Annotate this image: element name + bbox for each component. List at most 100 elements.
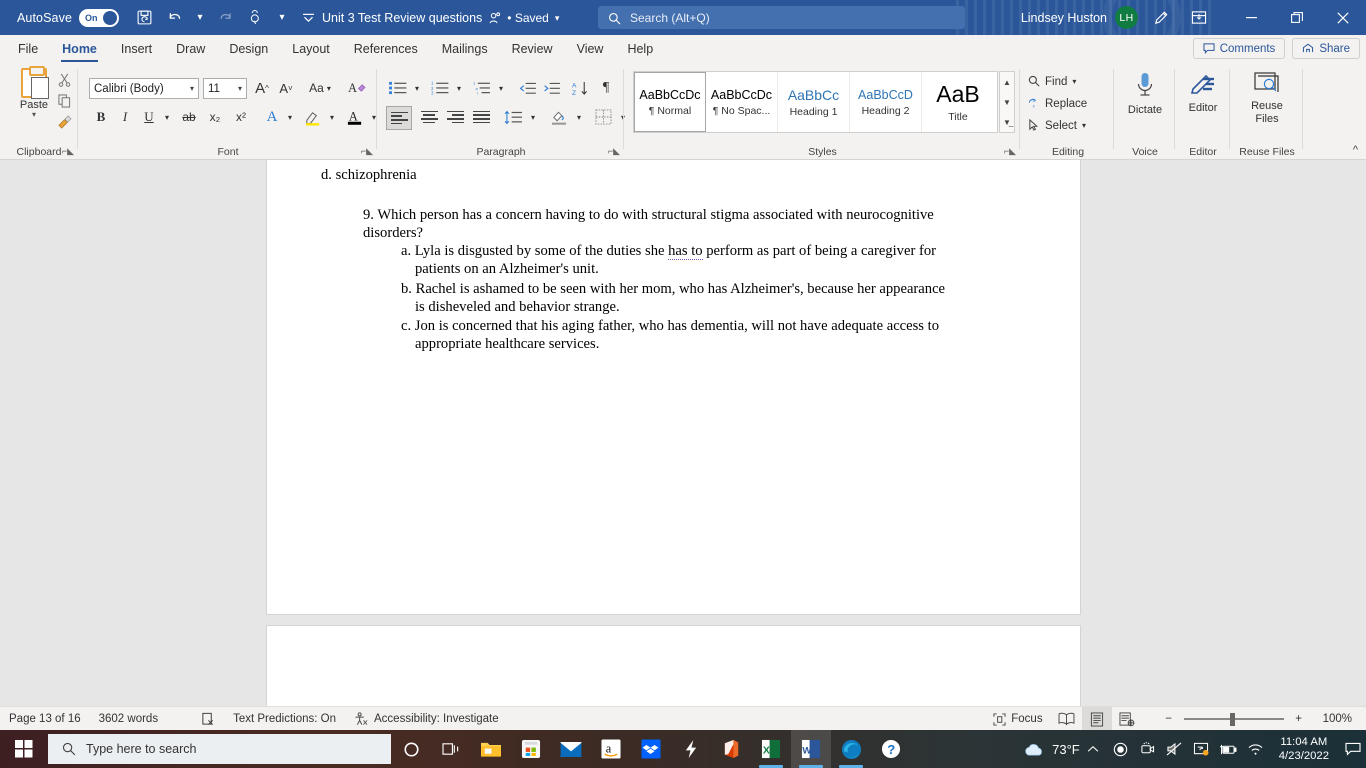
copy-icon[interactable] (52, 90, 76, 111)
autosave-toggle[interactable]: On (79, 8, 120, 27)
font-size-chevron-down-icon[interactable]: ▾ (238, 84, 242, 93)
tab-mailings[interactable]: Mailings (430, 35, 500, 63)
styles-more-icon[interactable]: ▼̲ (1000, 112, 1014, 132)
edge-icon[interactable] (831, 730, 871, 768)
word-count[interactable]: 3602 words (90, 707, 167, 731)
task-view-icon[interactable] (431, 730, 471, 768)
lightning-icon[interactable] (671, 730, 711, 768)
window-controls[interactable] (1228, 0, 1366, 35)
tab-insert[interactable]: Insert (109, 35, 164, 63)
clipboard-dialog-launcher[interactable]: ⌐◣ (62, 146, 74, 157)
styles-gallery[interactable]: AaBbCcDc ¶ Normal AaBbCcDc ¶ No Spac... … (633, 71, 998, 133)
start-button[interactable] (0, 730, 48, 768)
action-center-icon[interactable] (1339, 730, 1366, 768)
replace-button[interactable]: b c Replace (1028, 93, 1087, 114)
numbered-list-icon[interactable]: 1 2 3 (428, 77, 452, 99)
document-canvas[interactable]: d. schizophrenia 9. Which person has a c… (0, 160, 1366, 706)
avatar[interactable]: LH (1115, 6, 1138, 29)
tab-references[interactable]: References (342, 35, 430, 63)
taskbar-search-input[interactable]: Type here to search (48, 734, 391, 764)
shading-dropdown-icon[interactable]: ▾ (572, 106, 586, 128)
numbered-list-dropdown-icon[interactable]: ▾ (452, 77, 466, 99)
style-heading-1[interactable]: AaBbCc Heading 1 (778, 72, 850, 132)
text-predictions[interactable]: Text Predictions: On (224, 707, 345, 731)
show-formatting-marks-icon[interactable]: ¶ (594, 77, 618, 99)
clock[interactable]: 11:04 AM 4/23/2022 (1269, 730, 1339, 768)
tab-layout[interactable]: Layout (280, 35, 342, 63)
tab-home[interactable]: Home (50, 35, 109, 63)
pen-annotate-icon[interactable] (1146, 4, 1176, 32)
bold-icon[interactable]: B (91, 106, 111, 128)
grow-font-icon[interactable]: A ^ (251, 77, 273, 99)
underline-dropdown-icon[interactable]: ▾ (160, 106, 174, 128)
record-icon[interactable] (1107, 730, 1134, 768)
sort-icon[interactable]: A Z (568, 77, 592, 99)
font-color-icon[interactable]: A (343, 106, 367, 128)
bullet-list-icon[interactable] (386, 77, 410, 99)
style-heading-2[interactable]: AaBbCcD Heading 2 (850, 72, 922, 132)
zoom-slider[interactable] (1183, 707, 1284, 731)
focus-button[interactable]: Focus (984, 707, 1051, 731)
find-button[interactable]: Find ▾ (1028, 71, 1076, 92)
justify-icon[interactable] (468, 106, 494, 128)
word-icon[interactable]: W (791, 730, 831, 768)
help-icon[interactable]: ? (871, 730, 911, 768)
accessibility-status[interactable]: Accessibility: Investigate (345, 707, 508, 731)
zoom-in-button[interactable]: + (1284, 707, 1314, 731)
select-button[interactable]: Select ▾ (1028, 115, 1086, 136)
multilevel-list-dropdown-icon[interactable]: ▾ (494, 77, 508, 99)
search-input[interactable]: Search (Alt+Q) (598, 6, 965, 29)
strikethrough-icon[interactable]: ab (178, 106, 200, 128)
read-mode-icon[interactable] (1052, 707, 1082, 731)
shrink-font-icon[interactable]: A ˅ (275, 77, 297, 99)
styles-dialog-launcher[interactable]: ⌐◣ (1004, 146, 1016, 157)
change-case-icon[interactable]: Aa ▾ (303, 77, 337, 99)
restore-icon[interactable] (1274, 0, 1320, 35)
font-name-chevron-down-icon[interactable]: ▾ (190, 84, 194, 93)
weather-widget[interactable]: 73°F (1009, 741, 1080, 757)
styles-gallery-scrollbar[interactable]: ▲ ▼ ▼̲ (999, 71, 1015, 133)
touch-mode-dropdown-icon[interactable]: ▾ (271, 4, 293, 32)
align-left-icon[interactable] (386, 106, 412, 130)
proofing-status[interactable] (167, 707, 224, 731)
format-painter-icon[interactable] (52, 111, 76, 132)
amazon-icon[interactable]: a (591, 730, 631, 768)
tab-help[interactable]: Help (615, 35, 665, 63)
mail-icon[interactable] (551, 730, 591, 768)
highlight-color-icon[interactable] (301, 106, 325, 128)
style-normal[interactable]: AaBbCcDc ¶ Normal (634, 72, 706, 132)
find-dropdown-icon[interactable]: ▾ (1072, 77, 1076, 86)
office-icon[interactable] (711, 730, 751, 768)
font-size-input[interactable]: 11 ▾ (203, 78, 247, 99)
style-title[interactable]: AaB Title (922, 72, 994, 132)
page-indicator[interactable]: Page 13 of 16 (0, 707, 90, 731)
cut-icon[interactable] (52, 69, 76, 90)
display-settings-icon[interactable] (1188, 730, 1215, 768)
tab-draw[interactable]: Draw (164, 35, 217, 63)
dropbox-icon[interactable] (631, 730, 671, 768)
excel-icon[interactable]: X (751, 730, 791, 768)
print-layout-icon[interactable] (1081, 707, 1112, 731)
text-effects-icon[interactable]: A (261, 106, 283, 128)
save-icon[interactable] (129, 4, 159, 32)
underline-icon[interactable]: U (139, 106, 159, 128)
styles-scroll-down-icon[interactable]: ▼ (1000, 92, 1014, 112)
document-page-1[interactable]: d. schizophrenia 9. Which person has a c… (266, 160, 1081, 615)
mute-sound-icon[interactable] (1161, 730, 1188, 768)
tab-review[interactable]: Review (500, 35, 565, 63)
highlight-dropdown-icon[interactable]: ▾ (325, 106, 339, 128)
show-hidden-icons-chevron-up-icon[interactable] (1080, 730, 1107, 768)
zoom-out-button[interactable]: − (1154, 707, 1184, 731)
paragraph-dialog-launcher[interactable]: ⌐◣ (608, 146, 620, 157)
ribbon-display-options-icon[interactable] (1184, 4, 1214, 32)
document-page-2[interactable]: d. No one invites the Johnsons out to di… (266, 625, 1081, 706)
align-right-icon[interactable] (442, 106, 468, 128)
bullet-list-dropdown-icon[interactable]: ▾ (410, 77, 424, 99)
italic-icon[interactable]: I (115, 106, 135, 128)
paste-dropdown-icon[interactable]: ▾ (32, 111, 36, 119)
microsoft-store-icon[interactable] (511, 730, 551, 768)
share-button[interactable]: Share (1292, 38, 1360, 59)
line-spacing-dropdown-icon[interactable]: ▾ (526, 106, 540, 128)
styles-scroll-up-icon[interactable]: ▲ (1000, 72, 1014, 92)
multilevel-list-icon[interactable]: 1 a i (470, 77, 494, 99)
